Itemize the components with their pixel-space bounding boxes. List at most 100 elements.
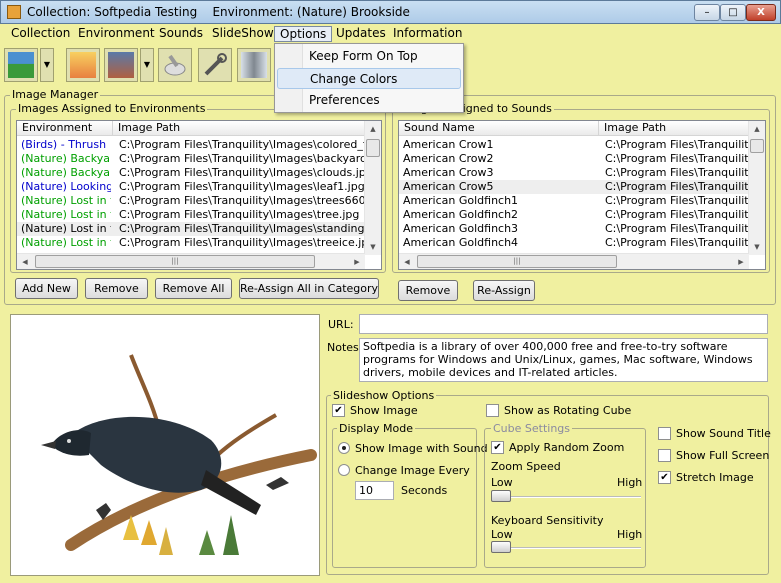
wrench-button[interactable] xyxy=(198,48,232,82)
reassign-button[interactable]: Re-Assign xyxy=(473,280,535,301)
url-input[interactable] xyxy=(359,314,768,334)
show-image-checkbox[interactable]: ✔ Show Image xyxy=(332,404,418,418)
env-images-list[interactable]: Environment Image Path (Birds) - Thrush C… xyxy=(16,120,382,270)
notes-label: Notes: xyxy=(327,341,363,354)
remove-all-button[interactable]: Remove All xyxy=(155,278,232,299)
notes-textarea[interactable]: Softpedia is a library of over 400,000 f… xyxy=(359,338,768,382)
checkbox-box: ✔ xyxy=(491,441,504,454)
reassign-all-button[interactable]: Re-Assign All in Category xyxy=(239,278,379,299)
keep-form-on-top-item[interactable]: Keep Form On Top xyxy=(277,46,461,67)
path-cell: C:\Program Files\Tranquility\Images\clou… xyxy=(119,166,365,179)
table-row[interactable]: (Birds) - Thrush C:\Program Files\Tranqui… xyxy=(17,138,365,152)
env-col-image-path[interactable]: Image Path xyxy=(113,121,365,136)
add-new-button[interactable]: Add New xyxy=(15,278,78,299)
scroll-down-icon[interactable]: ▼ xyxy=(365,239,381,255)
menu-updates[interactable]: Updates xyxy=(331,26,391,42)
table-row[interactable]: American Crow2 C:\Program Files\Tranquili… xyxy=(399,152,749,166)
scroll-down-icon[interactable]: ▼ xyxy=(749,239,765,255)
scroll-thumb[interactable] xyxy=(750,139,764,153)
table-row[interactable]: (Nature) Lost in t... C:\Program Files\Tr… xyxy=(17,208,365,222)
env-list-header: Environment Image Path xyxy=(17,121,365,136)
menu-information[interactable]: Information xyxy=(388,26,467,42)
table-row[interactable]: (Nature) Backyard C:\Program Files\Tranqu… xyxy=(17,152,365,166)
table-row[interactable]: American Crow1 C:\Program Files\Tranquili… xyxy=(399,138,749,152)
minimize-button[interactable]: – xyxy=(694,4,720,21)
table-row[interactable]: American Goldfinch3 C:\Program Files\Tran… xyxy=(399,222,749,236)
menu-sounds[interactable]: Sounds xyxy=(154,26,208,42)
scroll-thumb[interactable]: ||| xyxy=(35,255,315,268)
menu-options[interactable]: Options xyxy=(274,26,333,42)
rotating-cube-checkbox[interactable]: Show as Rotating Cube xyxy=(486,404,631,418)
path-cell: C:\Program Files\Tranquility\Images\stan… xyxy=(119,222,365,235)
sound-list-hscrollbar[interactable]: ◀ ||| ▶ xyxy=(399,253,749,269)
close-button[interactable]: X xyxy=(746,4,776,21)
checkbox-box xyxy=(658,427,671,440)
scroll-up-icon[interactable]: ▲ xyxy=(365,121,381,137)
forest-image-button[interactable] xyxy=(104,48,138,82)
sound-list-header: Sound Name Image Path xyxy=(399,121,749,136)
sound-col-name[interactable]: Sound Name xyxy=(399,121,599,136)
path-cell: C:\Program Files\Tranquility\Images\colo… xyxy=(119,138,365,151)
options-dropdown-menu: Keep Form On Top Change Colors Preferenc… xyxy=(274,43,464,113)
table-row[interactable]: American Goldfinch2 C:\Program Files\Tran… xyxy=(399,208,749,222)
table-row[interactable]: (Nature) Backyard C:\Program Files\Tranqu… xyxy=(17,166,365,180)
env-list-hscrollbar[interactable]: ◀ ||| ▶ xyxy=(17,253,365,269)
title-bar[interactable]: Collection: Softpedia Testing Environmen… xyxy=(0,0,781,24)
mortar-pestle-button[interactable] xyxy=(158,48,192,82)
env-list-vscrollbar[interactable]: ▲ ▼ xyxy=(364,121,381,255)
change-colors-item[interactable]: Change Colors xyxy=(277,68,461,89)
scroll-thumb[interactable] xyxy=(366,139,380,157)
landscape-image-button[interactable] xyxy=(4,48,38,82)
show-image-label: Show Image xyxy=(350,404,418,417)
table-row[interactable]: (Nature) Lost in t... C:\Program Files\Tr… xyxy=(17,222,365,236)
landscape-dropdown[interactable]: ▼ xyxy=(40,48,54,82)
stretch-image-label: Stretch Image xyxy=(676,471,754,484)
table-row[interactable]: American Crow3 C:\Program Files\Tranquili… xyxy=(399,166,749,180)
show-sound-title-checkbox[interactable]: Show Sound Title xyxy=(658,427,771,441)
preferences-item[interactable]: Preferences xyxy=(277,90,461,111)
url-label: URL: xyxy=(328,318,354,331)
table-row[interactable]: (Nature) Lost in t... C:\Program Files\Tr… xyxy=(17,236,365,250)
maximize-button[interactable]: □ xyxy=(720,4,746,21)
zoom-speed-slider[interactable] xyxy=(491,489,641,505)
table-row[interactable]: (Nature) Lost in t... C:\Program Files\Tr… xyxy=(17,194,365,208)
menu-bar: Collection Environment Sounds SlideShow … xyxy=(0,24,781,43)
table-row[interactable]: (Nature) Looking... C:\Program Files\Tran… xyxy=(17,180,365,194)
trees-image-button[interactable] xyxy=(237,48,271,82)
scroll-right-icon[interactable]: ▶ xyxy=(349,254,365,269)
remove-env-button[interactable]: Remove xyxy=(85,278,148,299)
mode-sound-radio[interactable]: Show Image with Sound xyxy=(338,442,488,456)
sunset-image-button[interactable] xyxy=(66,48,100,82)
menu-environment[interactable]: Environment xyxy=(73,26,160,42)
scroll-up-icon[interactable]: ▲ xyxy=(749,121,765,137)
stretch-image-checkbox[interactable]: ✔ Stretch Image xyxy=(658,471,754,485)
kb-sensitivity-slider[interactable] xyxy=(491,540,641,556)
slider-knob[interactable] xyxy=(491,541,511,553)
image-preview xyxy=(10,314,320,576)
slider-track xyxy=(491,547,641,549)
show-full-screen-checkbox[interactable]: Show Full Screen xyxy=(658,449,769,463)
scroll-thumb[interactable]: ||| xyxy=(417,255,617,268)
sound-name-cell: American Goldfinch4 xyxy=(403,236,519,249)
table-row[interactable]: American Crow5 C:\Program Files\Tranquili… xyxy=(399,180,749,194)
table-row[interactable]: American Goldfinch1 C:\Program Files\Tran… xyxy=(399,194,749,208)
sound-images-list[interactable]: Sound Name Image Path American Crow1 C:\P… xyxy=(398,120,766,270)
slider-knob[interactable] xyxy=(491,490,511,502)
scroll-right-icon[interactable]: ▶ xyxy=(733,254,749,269)
menu-collection[interactable]: Collection xyxy=(6,26,75,42)
interval-input[interactable]: 10 xyxy=(355,481,394,500)
table-row[interactable]: American Goldfinch4 C:\Program Files\Tran… xyxy=(399,236,749,250)
remove-sound-button[interactable]: Remove xyxy=(398,280,458,301)
checkbox-box: ✔ xyxy=(332,404,345,417)
sound-list-vscrollbar[interactable]: ▲ ▼ xyxy=(748,121,765,255)
env-cell: (Nature) Backyard xyxy=(21,152,111,165)
random-zoom-checkbox[interactable]: ✔ Apply Random Zoom xyxy=(491,441,624,455)
sound-col-image-path[interactable]: Image Path xyxy=(599,121,749,136)
menu-slideshow[interactable]: SlideShow xyxy=(207,26,279,42)
forest-dropdown[interactable]: ▼ xyxy=(140,48,154,82)
mode-every-radio[interactable]: Change Image Every xyxy=(338,464,470,478)
scroll-left-icon[interactable]: ◀ xyxy=(17,254,33,269)
scroll-left-icon[interactable]: ◀ xyxy=(399,254,415,269)
env-col-environment[interactable]: Environment xyxy=(17,121,113,136)
path-cell: C:\Program Files\Tranquility\Ir xyxy=(605,236,749,249)
